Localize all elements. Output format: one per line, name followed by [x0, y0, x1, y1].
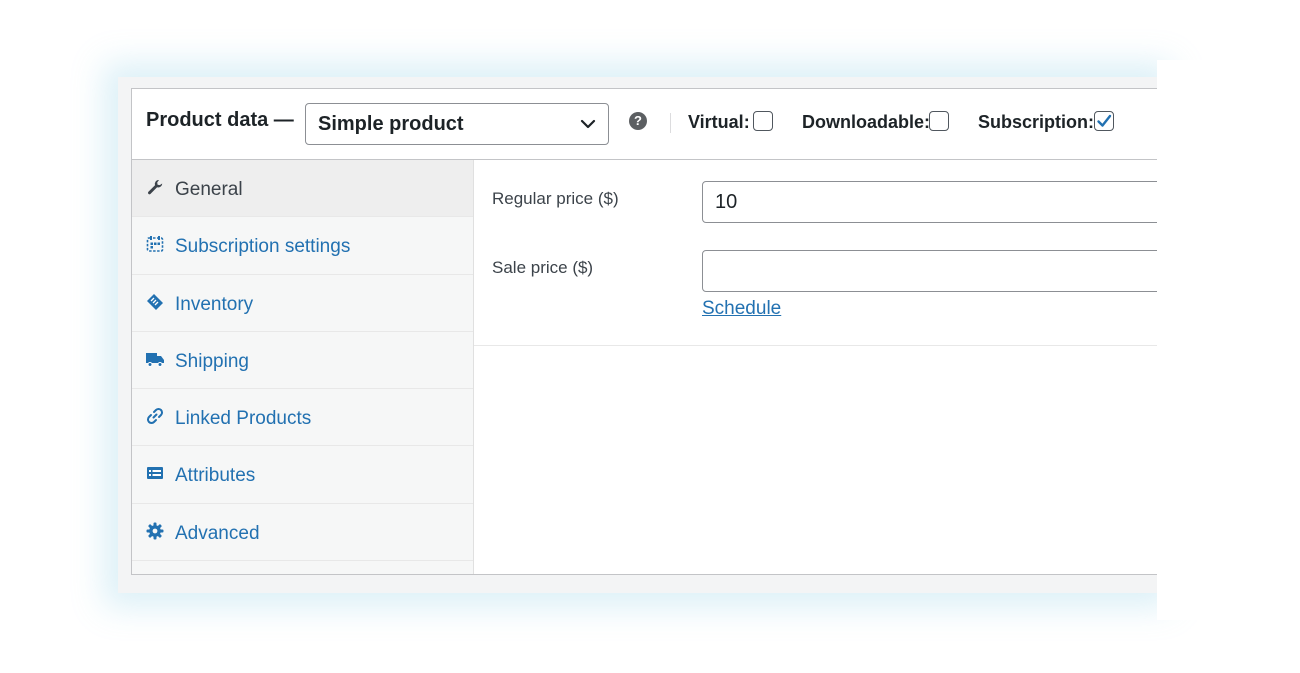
wrench-icon	[148, 180, 163, 195]
tab-label: Inventory	[175, 293, 254, 315]
tab-label: Shipping	[175, 350, 249, 372]
product-data-tabs: General Subscription settings Inventory	[132, 160, 474, 574]
virtual-checkbox[interactable]	[753, 111, 773, 131]
product-data-header: Product data — Simple product ? Virtual:…	[132, 89, 1170, 160]
tab-attributes[interactable]: Attributes	[132, 446, 473, 504]
calendar-icon	[146, 236, 164, 253]
tab-label: Subscription settings	[175, 236, 351, 258]
regular-price-input[interactable]	[702, 181, 1170, 223]
panel-title: Product data —	[146, 109, 294, 131]
virtual-label: Virtual:	[688, 112, 750, 132]
product-type-select[interactable]: Simple product	[305, 103, 609, 145]
schedule-link[interactable]: Schedule	[702, 298, 781, 320]
product-type-value: Simple product	[318, 113, 464, 135]
tab-linked-products[interactable]: Linked Products	[132, 389, 473, 447]
tag-icon	[147, 293, 163, 310]
subscription-checkbox[interactable]	[1094, 111, 1114, 131]
downloadable-label: Downloadable:	[802, 112, 931, 132]
tab-label: Linked Products	[175, 408, 312, 430]
tab-subscription-settings[interactable]: Subscription settings	[132, 217, 473, 275]
regular-price-label: Regular price ($)	[492, 189, 619, 208]
tab-label: General	[175, 179, 243, 200]
subscription-label: Subscription:	[978, 112, 1094, 132]
list-icon	[147, 467, 163, 480]
sale-price-label: Sale price ($)	[492, 258, 594, 277]
checkmark-icon	[1097, 114, 1112, 127]
header-divider	[670, 113, 671, 133]
sale-price-input[interactable]	[702, 250, 1170, 292]
truck-icon	[146, 352, 164, 367]
product-data-panel: Product data — Simple product ? Virtual:…	[131, 88, 1171, 575]
link-icon	[146, 408, 164, 425]
crop-mask	[1157, 60, 1300, 620]
chevron-down-icon	[580, 119, 596, 129]
tab-shipping[interactable]: Shipping	[132, 332, 473, 390]
tab-general[interactable]: General	[132, 160, 473, 218]
downloadable-checkbox[interactable]	[929, 111, 949, 131]
general-pricing-section: Regular price ($) Sale price ($) Schedul…	[474, 160, 1170, 346]
help-icon[interactable]: ?	[629, 112, 647, 130]
tab-inventory[interactable]: Inventory	[132, 275, 473, 332]
tab-label: Advanced	[175, 522, 260, 544]
gear-icon	[146, 522, 164, 540]
tab-label: Attributes	[175, 465, 256, 487]
tab-advanced[interactable]: Advanced	[132, 504, 473, 562]
